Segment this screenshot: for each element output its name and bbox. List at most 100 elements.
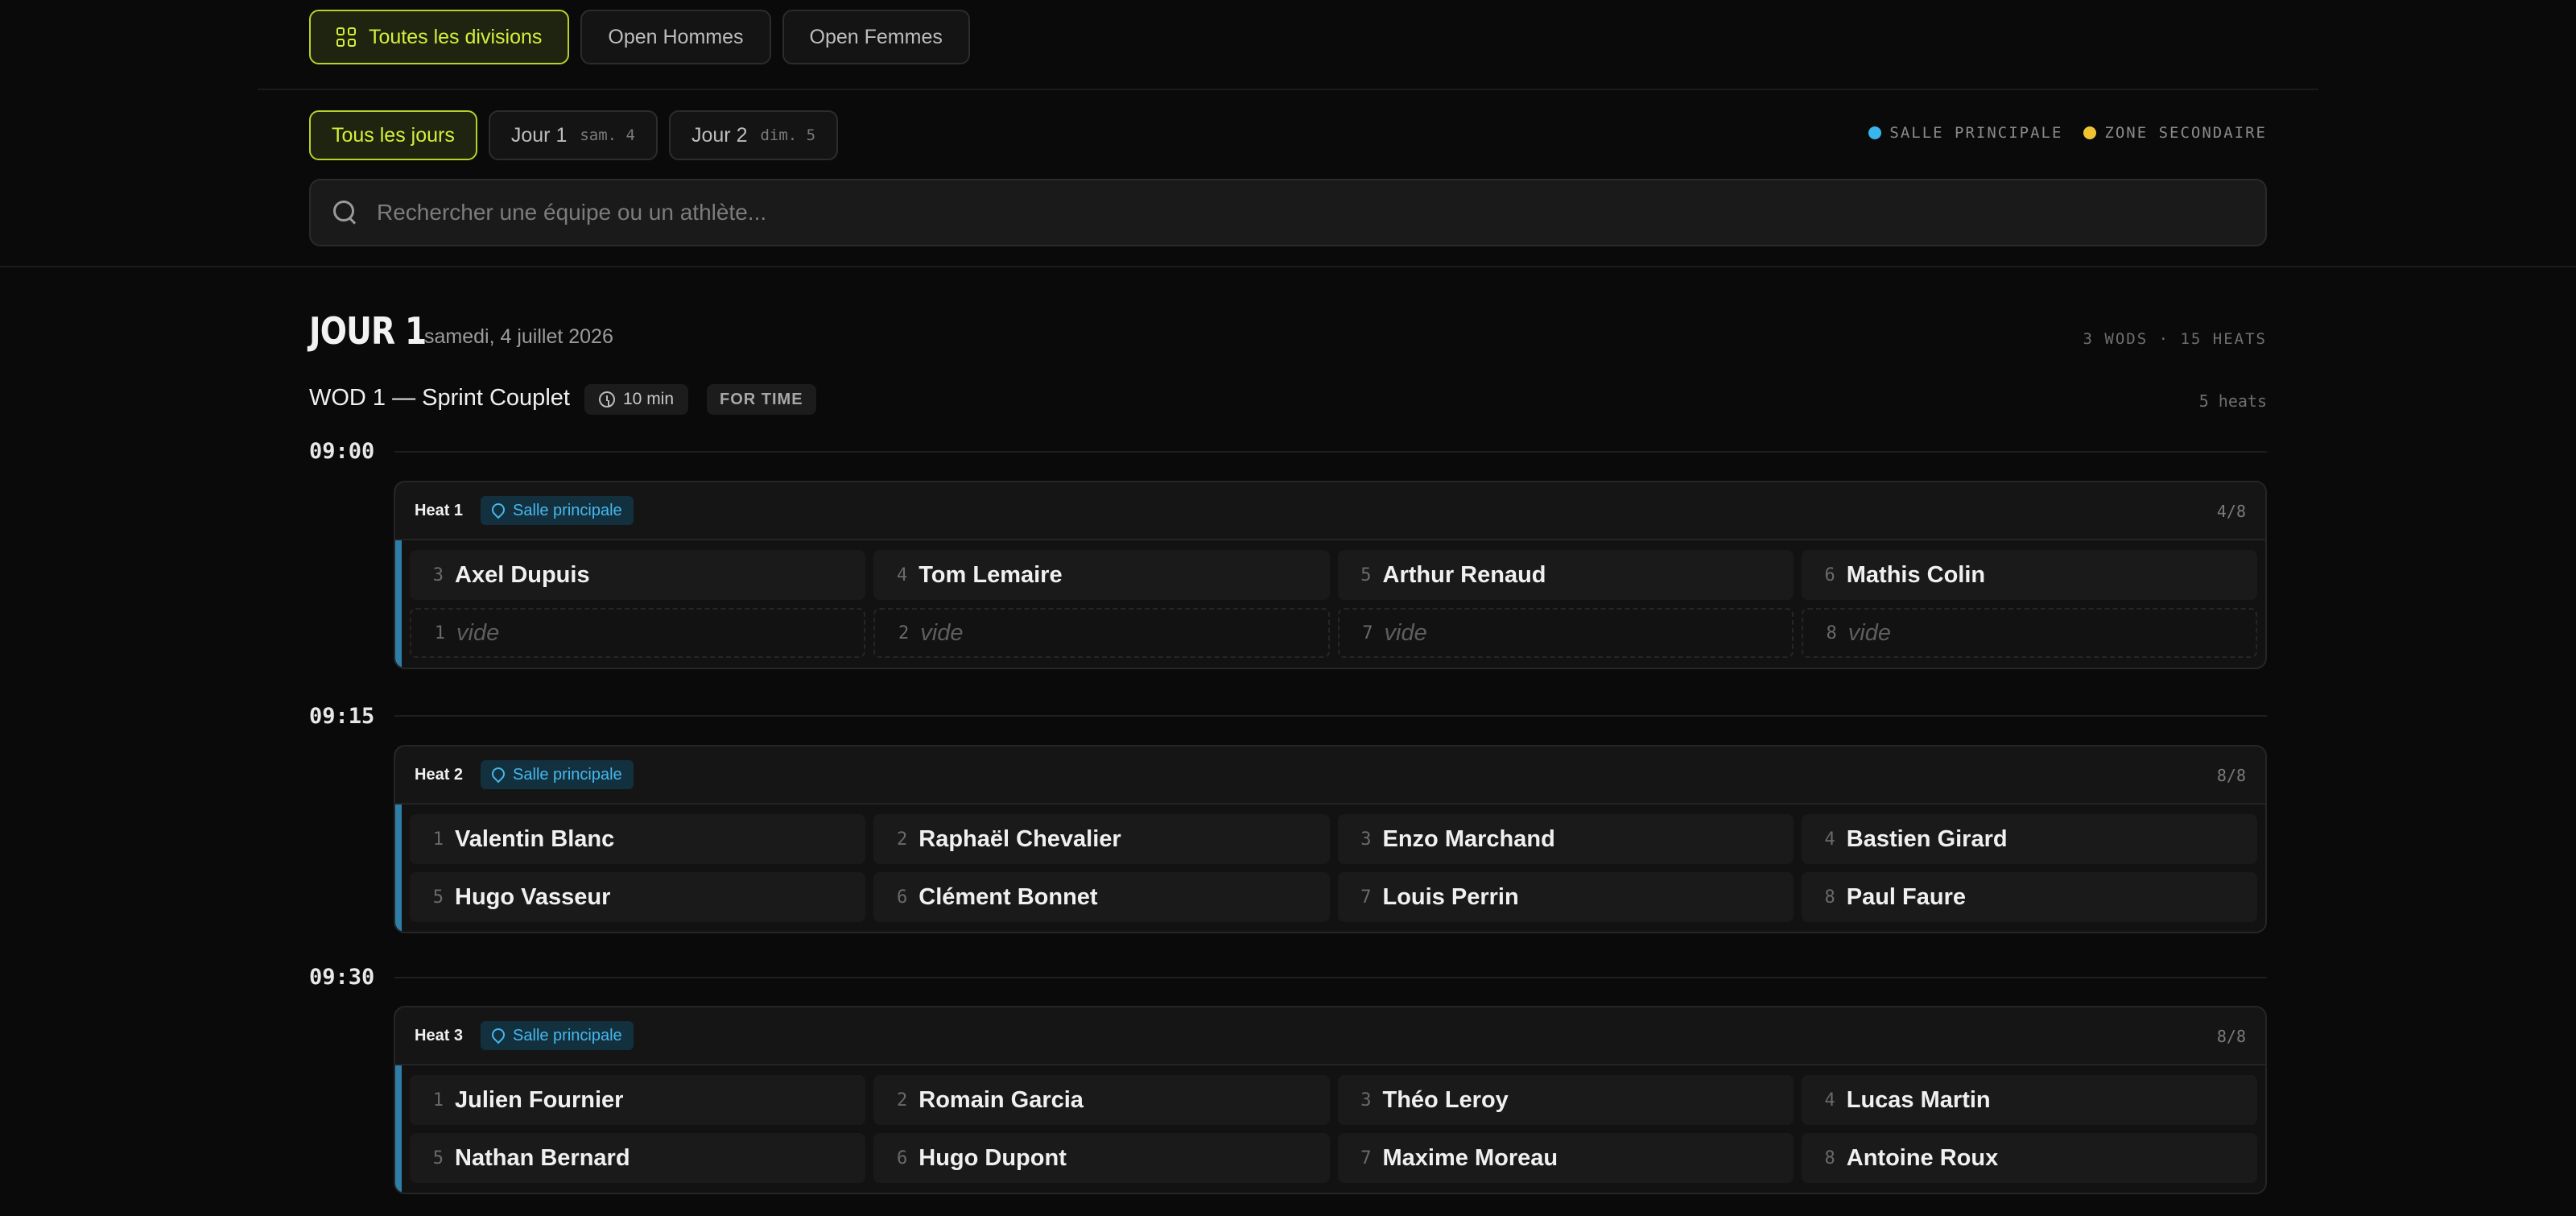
lane-athlete[interactable]: 3 Axel Dupuis: [410, 550, 866, 600]
lane-number: 8: [1824, 887, 1835, 908]
time-slot-label: 09:00: [309, 439, 375, 464]
lane-athlete[interactable]: 3 Enzo Marchand: [1337, 814, 1794, 864]
division-open-hommes-label: Open Hommes: [608, 25, 744, 48]
division-filter: Toutes les divisions Open Hommes Open Fe…: [309, 10, 970, 64]
day-all-button[interactable]: Tous les jours: [309, 110, 477, 160]
wod-duration: 10 min: [623, 390, 675, 408]
search-icon: [333, 201, 357, 225]
location-pin-icon: [492, 767, 505, 782]
lane-grid: 1 Valentin Blanc 2 Raphaël Chevalier 3 Enzo M…: [395, 804, 2265, 932]
lane-athlete[interactable]: 8 Paul Faure: [1801, 872, 2257, 922]
lane-athlete[interactable]: 2 Raphaël Chevalier: [873, 814, 1330, 864]
day-all-label: Tous les jours: [332, 123, 455, 147]
heat-name: Heat 3: [415, 1026, 464, 1044]
time-divider: [394, 715, 2267, 717]
lane-empty-slot[interactable]: 7 vide: [1337, 608, 1794, 658]
heat-card[interactable]: Heat 3 Salle principale 8/8 1 Julien Fournie…: [394, 1006, 2267, 1194]
division-open-hommes-button[interactable]: Open Hommes: [580, 10, 771, 64]
athlete-name: Tom Lemaire: [919, 561, 1063, 588]
time-divider: [394, 451, 2267, 453]
location-pin-icon: [492, 1028, 505, 1043]
venue-badge: Salle principale: [481, 496, 634, 525]
lane-grid: 3 Axel Dupuis 4 Tom Lemaire 5 Arthur Renaud 6 M…: [395, 540, 2265, 668]
athlete-name: Hugo Vasseur: [455, 883, 611, 910]
legend-dot-icon: [2083, 126, 2097, 139]
athlete-name: Arthur Renaud: [1382, 561, 1546, 588]
division-all-button[interactable]: Toutes les divisions: [309, 10, 570, 64]
lane-athlete[interactable]: 8 Antoine Roux: [1801, 1133, 2257, 1183]
lane-athlete[interactable]: 6 Mathis Colin: [1801, 550, 2257, 600]
day-2-button[interactable]: Jour 2 dim. 5: [668, 110, 839, 160]
legend-item-main: SALLE PRINCIPALE: [1868, 124, 2062, 142]
athlete-name: Nathan Bernard: [455, 1144, 630, 1171]
lane-athlete[interactable]: 7 Louis Perrin: [1337, 872, 1794, 922]
location-pin-icon: [492, 503, 505, 518]
athlete-name: Romain Garcia: [919, 1086, 1084, 1113]
athlete-name: Louis Perrin: [1382, 883, 1519, 910]
lane-empty-slot[interactable]: 2 vide: [873, 608, 1330, 658]
lane-athlete[interactable]: 1 Valentin Blanc: [410, 814, 866, 864]
athlete-name: Axel Dupuis: [455, 561, 590, 588]
search-bar[interactable]: [309, 179, 2267, 246]
athlete-name: vide: [920, 619, 964, 646]
lane-athlete[interactable]: 3 Théo Leroy: [1337, 1075, 1794, 1125]
heat-fill-count: 4/8: [2216, 502, 2246, 521]
lane-number: 3: [1360, 829, 1372, 850]
wod-duration-badge: 10 min: [584, 384, 689, 415]
lane-number: 8: [1826, 622, 1837, 643]
divider: [0, 266, 2576, 267]
lane-athlete[interactable]: 6 Clément Bonnet: [873, 872, 1330, 922]
athlete-name: Théo Leroy: [1382, 1086, 1509, 1113]
day-1-button[interactable]: Jour 1 sam. 4: [488, 110, 658, 160]
lane-athlete[interactable]: 7 Maxime Moreau: [1337, 1133, 1794, 1183]
day-1-label: Jour 1: [510, 123, 568, 147]
lane-athlete[interactable]: 4 Bastien Girard: [1801, 814, 2257, 864]
heat-name: Heat 1: [415, 501, 464, 519]
lane-empty-slot[interactable]: 1 vide: [410, 608, 866, 658]
lane-athlete[interactable]: 5 Nathan Bernard: [410, 1133, 866, 1183]
lane-athlete[interactable]: 5 Arthur Renaud: [1337, 550, 1794, 600]
athlete-name: Valentin Blanc: [455, 825, 615, 852]
heat-header: Heat 1 Salle principale 4/8: [395, 482, 2265, 540]
heat-header: Heat 2 Salle principale 8/8: [395, 747, 2265, 804]
division-all-label: Toutes les divisions: [369, 25, 543, 48]
heat-card[interactable]: Heat 2 Salle principale 8/8 1 Valentin Blanc…: [394, 745, 2267, 933]
day-1-sub: sam. 4: [580, 126, 635, 144]
lane-empty-slot[interactable]: 8 vide: [1801, 608, 2257, 658]
venue-badge: Salle principale: [481, 1021, 634, 1050]
time-slot-label: 09:30: [309, 965, 375, 990]
lane-number: 6: [897, 1148, 908, 1168]
heat-fill-count: 8/8: [2216, 766, 2246, 785]
athlete-name: Hugo Dupont: [919, 1144, 1067, 1171]
athlete-name: Mathis Colin: [1846, 561, 1986, 588]
search-input[interactable]: [377, 200, 2148, 225]
heat-card[interactable]: Heat 1 Salle principale 4/8 3 Axel Dupuis 4 To…: [394, 481, 2267, 669]
lane-number: 2: [898, 622, 910, 643]
lane-number: 3: [1360, 1090, 1372, 1111]
legend-item-secondary: ZONE SECONDAIRE: [2083, 124, 2267, 142]
lane-athlete[interactable]: 4 Tom Lemaire: [873, 550, 1330, 600]
athlete-name: Paul Faure: [1846, 883, 1967, 910]
divider: [258, 89, 2318, 90]
lane-number: 7: [1360, 1148, 1372, 1168]
lane-athlete[interactable]: 1 Julien Fournier: [410, 1075, 866, 1125]
wod-heat-count: 5 heats: [2198, 391, 2267, 411]
division-open-femmes-button[interactable]: Open Femmes: [782, 10, 970, 64]
lane-number: 2: [897, 829, 908, 850]
lane-athlete[interactable]: 6 Hugo Dupont: [873, 1133, 1330, 1183]
athlete-name: Lucas Martin: [1846, 1086, 1991, 1113]
athlete-name: Enzo Marchand: [1382, 825, 1555, 852]
clock-icon: [599, 391, 615, 407]
day-2-label: Jour 2: [691, 123, 748, 147]
lane-athlete[interactable]: 5 Hugo Vasseur: [410, 872, 866, 922]
lane-number: 6: [1824, 565, 1835, 585]
heat-header: Heat 3 Salle principale 8/8: [395, 1007, 2265, 1065]
venue-label: Salle principale: [513, 765, 622, 784]
lane-number: 5: [1360, 565, 1372, 585]
lane-athlete[interactable]: 4 Lucas Martin: [1801, 1075, 2257, 1125]
legend-label: SALLE PRINCIPALE: [1889, 124, 2063, 142]
time-slot-label: 09:15: [309, 704, 375, 729]
lane-athlete[interactable]: 2 Romain Garcia: [873, 1075, 1330, 1125]
legend-dot-icon: [1868, 126, 1882, 139]
lane-number: 4: [897, 565, 908, 585]
